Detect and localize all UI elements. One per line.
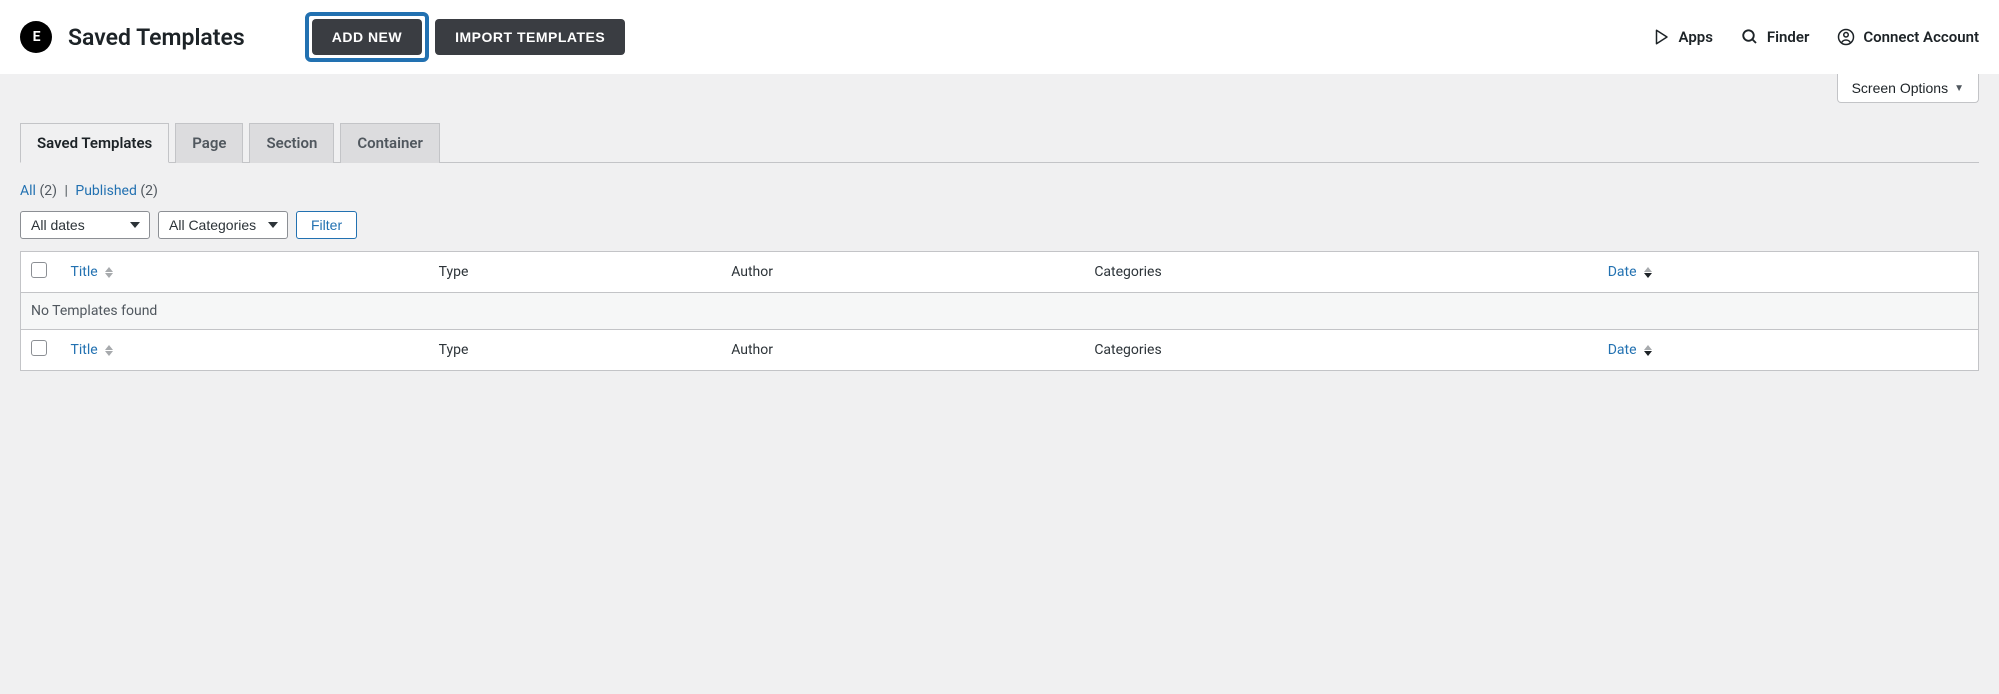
- apps-link[interactable]: Apps: [1652, 28, 1712, 46]
- top-bar: E Saved Templates ADD NEW IMPORT TEMPLAT…: [0, 0, 1999, 74]
- tab-page[interactable]: Page: [175, 123, 243, 163]
- filter-all-count: (2): [39, 183, 57, 199]
- user-icon: [1837, 28, 1855, 46]
- sort-by-title-footer[interactable]: Title: [71, 342, 114, 358]
- select-all-checkbox-footer[interactable]: [31, 340, 47, 356]
- separator: |: [64, 183, 67, 199]
- column-author: Author: [721, 252, 1084, 293]
- content-area: Saved Templates Page Section Container A…: [0, 103, 1999, 391]
- import-templates-button[interactable]: IMPORT TEMPLATES: [435, 19, 625, 55]
- filter-row: All dates All Categories Filter: [20, 211, 1979, 239]
- tab-container[interactable]: Container: [340, 123, 440, 163]
- templates-table: Title Type Author Categories Date No Tem…: [20, 251, 1979, 371]
- empty-message: No Templates found: [21, 293, 1979, 330]
- screen-options-button[interactable]: Screen Options ▼: [1837, 74, 1979, 103]
- connect-account-link[interactable]: Connect Account: [1837, 28, 1979, 46]
- apps-label: Apps: [1678, 28, 1712, 46]
- status-filter-links: All (2) | Published (2): [20, 183, 1979, 199]
- tab-wrapper: Saved Templates Page Section Container: [20, 123, 1979, 163]
- top-right-menu: Apps Finder Connect Account: [1652, 28, 1979, 46]
- sort-by-date[interactable]: Date: [1608, 264, 1652, 280]
- elementor-logo: E: [20, 21, 52, 53]
- column-author-footer: Author: [721, 330, 1084, 371]
- column-type-footer: Type: [429, 330, 722, 371]
- column-categories-footer: Categories: [1084, 330, 1597, 371]
- search-icon: [1741, 28, 1759, 46]
- date-filter-select[interactable]: All dates: [20, 211, 150, 239]
- filter-all-link[interactable]: All: [20, 183, 36, 199]
- sort-by-title[interactable]: Title: [71, 264, 114, 280]
- finder-label: Finder: [1767, 28, 1809, 46]
- select-all-checkbox[interactable]: [31, 262, 47, 278]
- tab-section[interactable]: Section: [249, 123, 334, 163]
- category-filter-select[interactable]: All Categories: [158, 211, 288, 239]
- column-categories: Categories: [1084, 252, 1597, 293]
- apps-icon: [1652, 28, 1670, 46]
- finder-link[interactable]: Finder: [1741, 28, 1809, 46]
- sort-icon: [1644, 345, 1652, 356]
- screen-options-label: Screen Options: [1852, 80, 1949, 96]
- table-empty-row: No Templates found: [21, 293, 1979, 330]
- page-title: Saved Templates: [68, 24, 245, 51]
- table-footer-row: Title Type Author Categories Date: [21, 330, 1979, 371]
- sort-icon: [105, 267, 113, 278]
- chevron-down-icon: ▼: [1954, 83, 1964, 94]
- filter-published-count: (2): [140, 183, 158, 199]
- table-header-row: Title Type Author Categories Date: [21, 252, 1979, 293]
- header-actions: ADD NEW IMPORT TEMPLATES: [305, 12, 625, 62]
- sort-by-date-footer[interactable]: Date: [1608, 342, 1652, 358]
- sort-icon: [105, 345, 113, 356]
- add-new-button[interactable]: ADD NEW: [312, 19, 422, 55]
- add-new-highlight: ADD NEW: [305, 12, 429, 62]
- filter-button[interactable]: Filter: [296, 211, 357, 239]
- connect-label: Connect Account: [1863, 28, 1979, 46]
- column-type: Type: [429, 252, 722, 293]
- filter-published-link[interactable]: Published: [75, 183, 136, 199]
- sort-icon: [1644, 267, 1652, 278]
- screen-options-wrap: Screen Options ▼: [0, 74, 1999, 103]
- tab-saved-templates[interactable]: Saved Templates: [20, 123, 169, 163]
